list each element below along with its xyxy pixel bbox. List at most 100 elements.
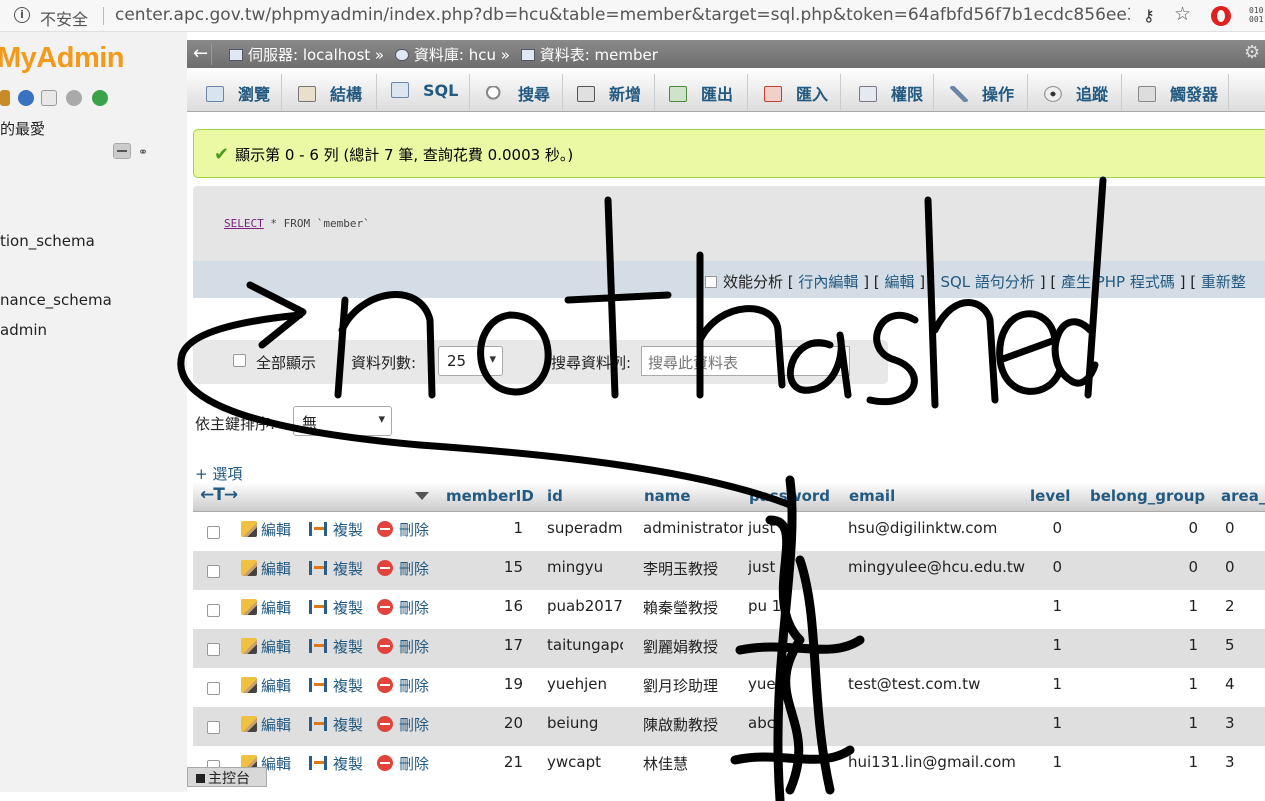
column-header[interactable]: email (849, 487, 895, 505)
reload-icon[interactable] (92, 90, 108, 106)
database-item[interactable]: tion_schema (0, 232, 95, 250)
tab-search[interactable]: 搜尋 (470, 74, 563, 110)
delete-row-link[interactable]: 刪除 (377, 558, 429, 579)
column-header[interactable]: password (749, 487, 830, 505)
tab-browse[interactable]: 瀏覽 (187, 74, 282, 110)
cell-memberID[interactable]: 16 (504, 597, 523, 615)
binary-extension-icon[interactable]: 010 001 (1249, 6, 1265, 24)
cell-belong-group[interactable]: 1 (1188, 675, 1198, 693)
home-icon[interactable] (0, 90, 10, 106)
copy-row-link[interactable]: 複製 (309, 714, 363, 735)
copy-row-link[interactable]: 複製 (309, 558, 363, 579)
edit-link[interactable]: 編輯 (884, 273, 914, 291)
cell-password[interactable]: just (748, 558, 775, 576)
cell-memberID[interactable]: 15 (504, 558, 523, 576)
refresh-link[interactable]: 重新整 (1201, 273, 1246, 291)
tab-tracking[interactable]: 追蹤 (1028, 74, 1122, 110)
database-item[interactable]: admin (0, 321, 47, 339)
cell-id[interactable]: beiung (547, 714, 623, 732)
sort-by-key-select[interactable]: 無 (293, 406, 392, 436)
docs-icon[interactable] (41, 90, 57, 106)
cell-belong-group[interactable]: 1 (1188, 753, 1198, 771)
cell-password[interactable]: pu 17 (748, 597, 791, 615)
cell-area[interactable]: 0 (1225, 519, 1235, 537)
cell-name[interactable]: 劉麗娟教授 (643, 636, 743, 657)
delete-row-link[interactable]: 刪除 (377, 714, 429, 735)
column-header[interactable]: id (547, 487, 563, 505)
show-all-label[interactable]: 全部顯示 (256, 352, 316, 373)
cell-name[interactable]: 劉月珍助理 (643, 675, 743, 696)
column-header[interactable]: level (1030, 487, 1070, 505)
column-header[interactable]: name (644, 487, 691, 505)
cell-area[interactable]: 4 (1225, 675, 1235, 693)
cell-id[interactable]: yuehjen (547, 675, 623, 693)
options-link[interactable]: + 選項 (195, 463, 242, 484)
edit-row-link[interactable]: 編輯 (241, 636, 291, 657)
cell-level[interactable]: 1 (1052, 714, 1062, 732)
copy-row-link[interactable]: 複製 (309, 636, 363, 657)
cell-email[interactable]: hsu@digilinktw.com (848, 519, 997, 537)
php-code-link[interactable]: 產生 PHP 程式碼 (1061, 273, 1175, 291)
cell-password[interactable]: abc (748, 714, 775, 732)
delete-row-link[interactable]: 刪除 (377, 675, 429, 696)
edit-row-link[interactable]: 編輯 (241, 714, 291, 735)
tab-privileges[interactable]: 權限 (841, 74, 934, 110)
tab-import[interactable]: 匯入 (748, 74, 841, 110)
cell-password[interactable]: yue (748, 675, 776, 693)
delete-row-link[interactable]: 刪除 (377, 636, 429, 657)
database-item[interactable]: nance_schema (0, 291, 112, 309)
tab-insert[interactable]: 新增 (563, 74, 655, 110)
row-checkbox[interactable] (207, 604, 220, 617)
cell-area[interactable]: 3 (1225, 753, 1235, 771)
edit-row-link[interactable]: 編輯 (241, 558, 291, 579)
edit-row-link[interactable]: 編輯 (241, 597, 291, 618)
copy-row-link[interactable]: 複製 (309, 675, 363, 696)
cell-id[interactable]: superadm (547, 519, 623, 537)
column-header[interactable]: memberID (446, 487, 534, 505)
link-icon[interactable]: ⚭ (138, 145, 148, 159)
copy-row-link[interactable]: 複製 (309, 753, 363, 774)
cell-id[interactable]: taitungapc (547, 636, 623, 654)
cell-name[interactable]: 賴秦瑩教授 (643, 597, 743, 618)
sort-triangle-icon[interactable] (415, 492, 429, 500)
favorites-label[interactable]: 的最愛 (0, 118, 45, 139)
cell-name[interactable]: administrator (643, 519, 743, 537)
inline-edit-link[interactable]: 行內編輯 (798, 273, 858, 291)
breadcrumb-server[interactable]: 伺服器: localhost » (248, 46, 384, 64)
cell-belong-group[interactable]: 0 (1188, 519, 1198, 537)
insecure-label[interactable]: 不安全 (40, 6, 88, 30)
row-checkbox[interactable] (207, 643, 220, 656)
row-checkbox[interactable] (207, 565, 220, 578)
filter-rows-input[interactable]: 搜尋此資料表 (641, 346, 850, 376)
row-checkbox[interactable] (207, 682, 220, 695)
breadcrumb-database[interactable]: 資料庫: hcu » (414, 46, 510, 64)
cell-area[interactable]: 3 (1225, 714, 1235, 732)
column-header[interactable]: belong_group (1090, 487, 1205, 505)
tab-sql[interactable]: SQL (377, 74, 470, 110)
cell-level[interactable]: 1 (1052, 636, 1062, 654)
cell-area[interactable]: 5 (1225, 636, 1235, 654)
cell-name[interactable]: 陳啟勳教授 (643, 714, 743, 735)
column-arrows-icon[interactable]: ←T→ (200, 485, 238, 505)
cell-belong-group[interactable]: 1 (1188, 597, 1198, 615)
copy-row-link[interactable]: 複製 (309, 597, 363, 618)
delete-row-link[interactable]: 刪除 (377, 597, 429, 618)
breadcrumb-table[interactable]: 資料表: member (540, 46, 658, 64)
info-icon[interactable]: i (14, 7, 30, 23)
cell-belong-group[interactable]: 0 (1188, 558, 1198, 576)
cell-password[interactable]: just (748, 519, 775, 537)
tab-export[interactable]: 匯出 (655, 74, 748, 110)
back-arrow-icon[interactable]: ← (190, 43, 212, 65)
console-button[interactable]: 主控台 (187, 767, 267, 787)
gear-icon[interactable] (66, 90, 82, 106)
row-checkbox[interactable] (207, 721, 220, 734)
delete-row-link[interactable]: 刪除 (377, 519, 429, 540)
tab-triggers[interactable]: 觸發器 (1122, 74, 1229, 110)
cell-level[interactable]: 0 (1052, 519, 1062, 537)
cell-id[interactable]: puab2017 (547, 597, 623, 615)
cell-memberID[interactable]: 19 (504, 675, 523, 693)
cell-email[interactable]: test@test.com.tw (848, 675, 980, 693)
cell-email[interactable]: mingyulee@hcu.edu.tw (848, 558, 1025, 576)
cell-memberID[interactable]: 1 (513, 519, 523, 537)
url-field[interactable]: center.apc.gov.tw/phpmyadmin/index.php?d… (115, 5, 1130, 25)
